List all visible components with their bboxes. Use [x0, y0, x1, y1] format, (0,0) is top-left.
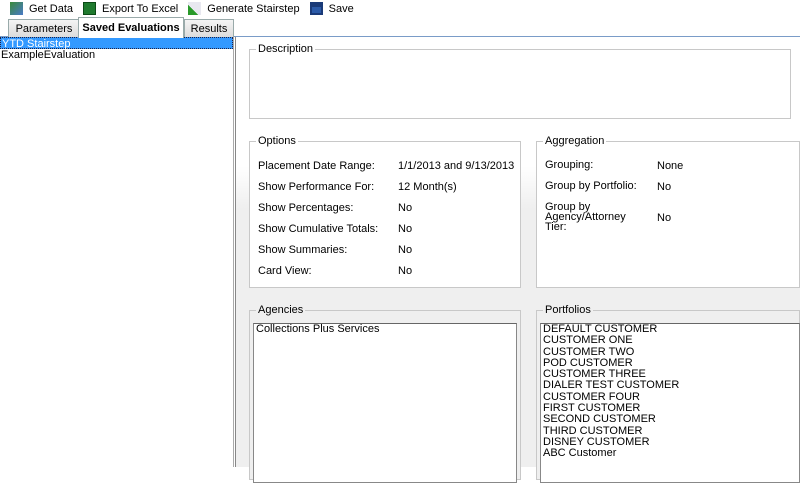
list-item[interactable]: YTD Stairstep [0, 37, 233, 50]
portfolios-title: Portfolios [543, 304, 593, 316]
option-label: Show Performance For: [258, 181, 375, 193]
options-title: Options [256, 135, 298, 147]
aggregation-value: No [657, 212, 672, 224]
save-button[interactable]: Save [309, 0, 354, 17]
toolbar: Get Data Export To Excel Generate Stairs… [0, 0, 800, 17]
description-group: Description [249, 43, 791, 119]
option-value: No [398, 244, 413, 256]
list-item[interactable]: CUSTOMER ONE [541, 334, 799, 346]
get-data-icon [10, 2, 23, 15]
option-value: No [398, 223, 413, 235]
option-label: Card View: [258, 265, 312, 277]
aggregation-group: Aggregation Grouping: None Group by Portfo… [536, 135, 800, 288]
agencies-listbox[interactable]: Collections Plus Services [253, 323, 517, 483]
list-item[interactable]: SECOND CUSTOMER [541, 414, 799, 426]
aggregation-label: Group by Agency/Attorney Tier: [545, 201, 626, 233]
option-label: Placement Date Range: [258, 160, 375, 172]
option-value: No [398, 265, 413, 277]
aggregation-label: Grouping: [545, 159, 594, 171]
tab-saved-evaluations[interactable]: Saved Evaluations [78, 17, 184, 38]
tab-parameters[interactable]: Parameters [8, 19, 80, 37]
option-label: Show Summaries: [258, 244, 348, 256]
list-item[interactable]: ABC Customer [541, 447, 799, 459]
portfolios-listbox[interactable]: DEFAULT CUSTOMER CUSTOMER ONE CUSTOMER TWO… [540, 323, 800, 483]
aggregation-label: Group by Portfolio: [545, 180, 637, 192]
option-value: No [398, 202, 413, 214]
aggregation-value: None [657, 160, 684, 172]
excel-icon [83, 2, 97, 15]
tab-results[interactable]: Results [184, 19, 234, 37]
save-icon [309, 2, 323, 15]
aggregation-value: No [657, 181, 672, 193]
get-data-button[interactable]: Get Data [10, 0, 73, 17]
option-value: 12 Month(s) [398, 181, 457, 193]
list-item[interactable]: ExampleEvaluation [0, 49, 233, 61]
agencies-group: Agencies Collections Plus Services [249, 304, 521, 483]
chart-icon [188, 2, 202, 15]
options-group: Options Placement Date Range: 1/1/2013 an… [249, 135, 521, 288]
evaluation-details-panel: Description Options Placement Date Range… [235, 37, 800, 483]
option-label: Show Percentages: [258, 202, 354, 214]
agencies-title: Agencies [256, 304, 306, 316]
option-value: 1/1/2013 and 9/13/2013 [398, 160, 515, 172]
tab-strip: Parameters Saved Evaluations Results [0, 17, 800, 38]
saved-evaluations-list[interactable]: YTD Stairstep ExampleEvaluation [0, 37, 234, 467]
generate-stairstep-button[interactable]: Generate Stairstep [188, 0, 300, 17]
aggregation-title: Aggregation [543, 135, 607, 147]
option-label: Show Cumulative Totals: [258, 223, 379, 235]
list-item[interactable]: Collections Plus Services [254, 323, 516, 335]
export-to-excel-button[interactable]: Export To Excel [83, 0, 178, 17]
description-title: Description [256, 43, 316, 55]
portfolios-group: Portfolios DEFAULT CUSTOMER CUSTOMER ONE C… [536, 304, 800, 483]
